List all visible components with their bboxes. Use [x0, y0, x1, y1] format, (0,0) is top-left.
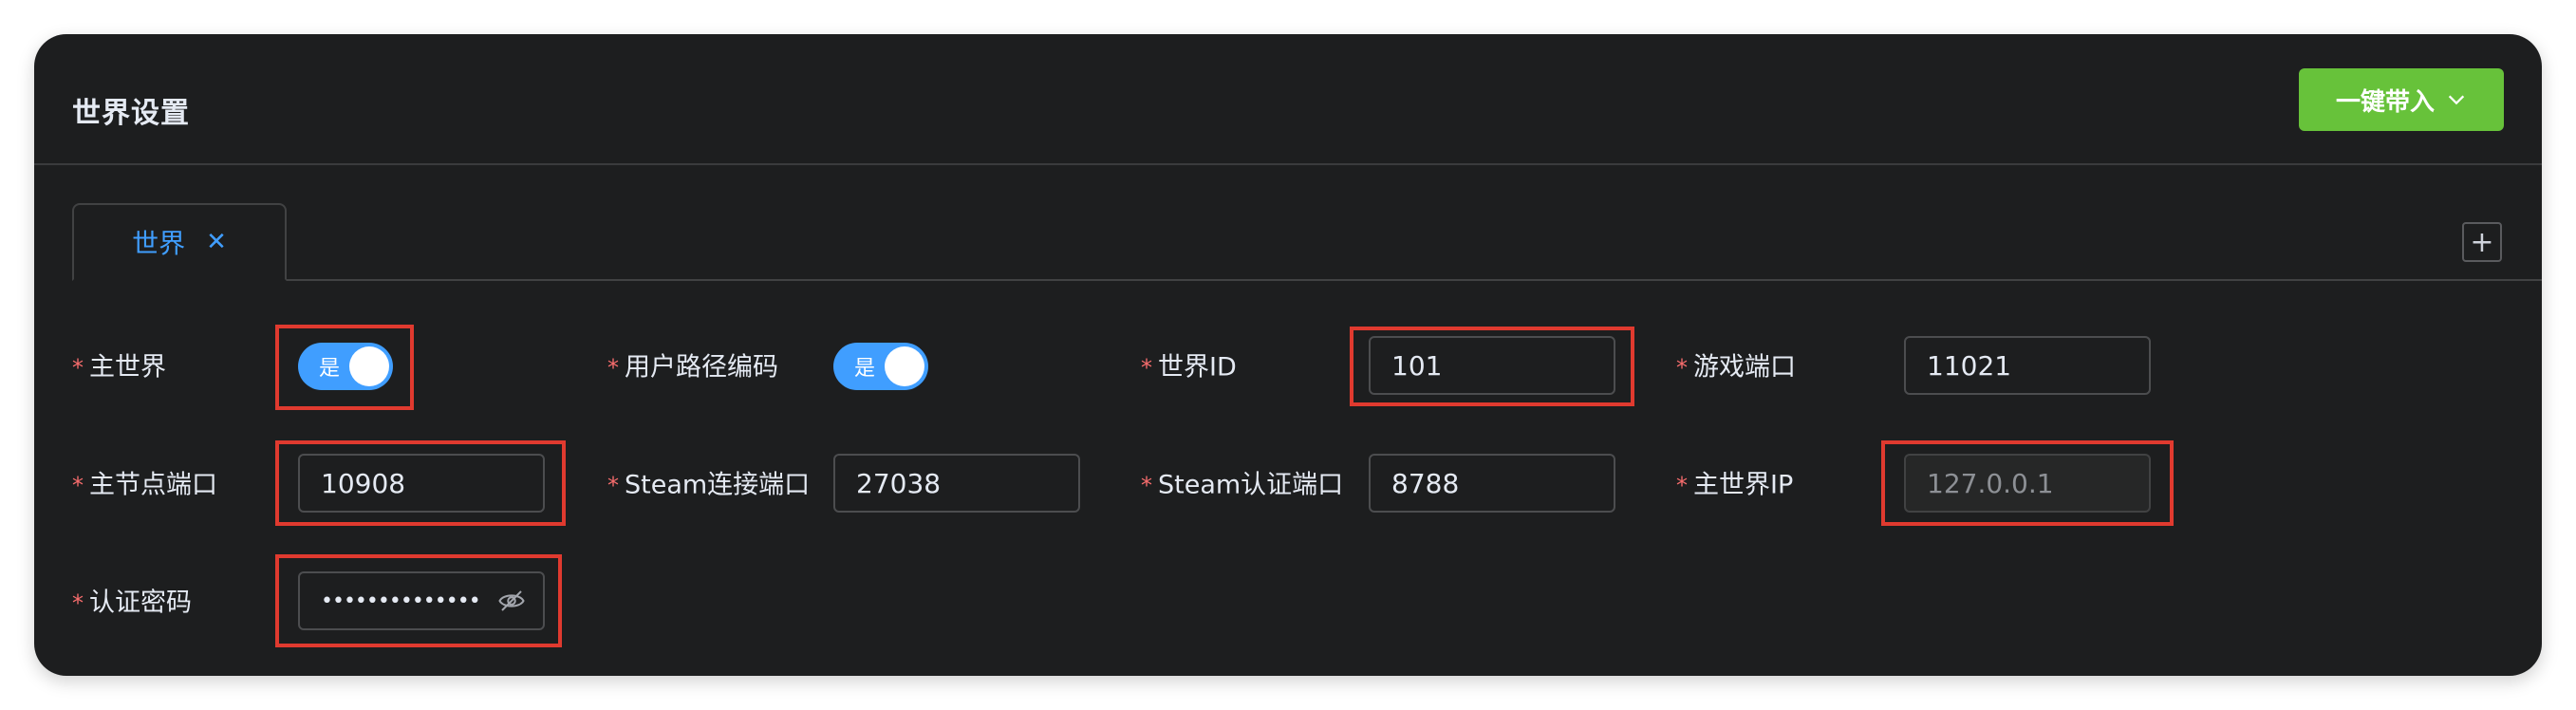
main-world-ip-label: * 主世界IP: [1676, 470, 1794, 500]
world-settings-panel: 世界设置 一键带入 世界 ✕ + * 主世界 是 * 用户路径编码 是 * 世界ID …: [34, 34, 2542, 676]
game-port-input[interactable]: 11021: [1904, 336, 2151, 395]
world-id-input[interactable]: 101: [1369, 336, 1615, 395]
auth-password-input[interactable]: ••••••••••••••: [298, 571, 545, 630]
steam-connect-port-input[interactable]: 27038: [833, 454, 1080, 513]
world-id-value: 101: [1391, 349, 1443, 382]
tab-label: 世界: [132, 228, 186, 259]
add-tab-button[interactable]: +: [2462, 222, 2502, 262]
required-mark: *: [1676, 354, 1688, 382]
steam-connect-port-label: * Steam连接端口: [607, 470, 811, 500]
password-masked-value: ••••••••••••••: [321, 589, 481, 613]
steam-auth-port-value: 8788: [1391, 467, 1460, 499]
required-mark: *: [1141, 472, 1152, 499]
close-icon[interactable]: ✕: [206, 230, 227, 254]
chevron-down-icon: [2448, 95, 2465, 105]
auth-password-label: * 认证密码: [72, 588, 192, 618]
switch-text: 是: [854, 357, 876, 381]
required-mark: *: [1141, 354, 1152, 382]
eye-hidden-icon[interactable]: [497, 587, 526, 615]
steam-auth-port-label: * Steam认证端口: [1141, 470, 1344, 500]
world-id-label: * 世界ID: [1141, 352, 1237, 383]
required-mark: *: [607, 354, 619, 382]
switch-text: 是: [319, 357, 341, 381]
user-path-encoding-switch[interactable]: 是: [833, 343, 928, 390]
panel-title: 世界设置: [72, 97, 190, 130]
switch-knob: [885, 346, 924, 386]
master-node-port-label: * 主节点端口: [72, 470, 217, 500]
required-mark: *: [1676, 472, 1688, 499]
required-mark: *: [72, 589, 84, 617]
master-node-port-value: 10908: [321, 467, 406, 499]
tabs-divider: [72, 279, 2542, 281]
steam-auth-port-input[interactable]: 8788: [1369, 454, 1615, 513]
bring-in-dropdown-button[interactable]: 一键带入: [2299, 68, 2504, 131]
bring-in-label: 一键带入: [2335, 87, 2435, 117]
master-node-port-input[interactable]: 10908: [298, 454, 545, 513]
game-port-label: * 游戏端口: [1676, 352, 1796, 383]
required-mark: *: [607, 472, 619, 499]
main-world-label: * 主世界: [72, 352, 166, 383]
header-divider: [34, 163, 2542, 165]
game-port-value: 11021: [1927, 349, 2012, 382]
main-world-ip-value: 127.0.0.1: [1927, 467, 2054, 499]
required-mark: *: [72, 354, 84, 382]
switch-knob: [349, 346, 389, 386]
steam-connect-port-value: 27038: [856, 467, 942, 499]
plus-icon: +: [2470, 225, 2494, 259]
required-mark: *: [72, 472, 84, 499]
main-world-switch[interactable]: 是: [298, 343, 393, 390]
main-world-ip-input[interactable]: 127.0.0.1: [1904, 454, 2151, 513]
user-path-encoding-label: * 用户路径编码: [607, 352, 778, 383]
tab-world[interactable]: 世界 ✕: [72, 203, 287, 281]
